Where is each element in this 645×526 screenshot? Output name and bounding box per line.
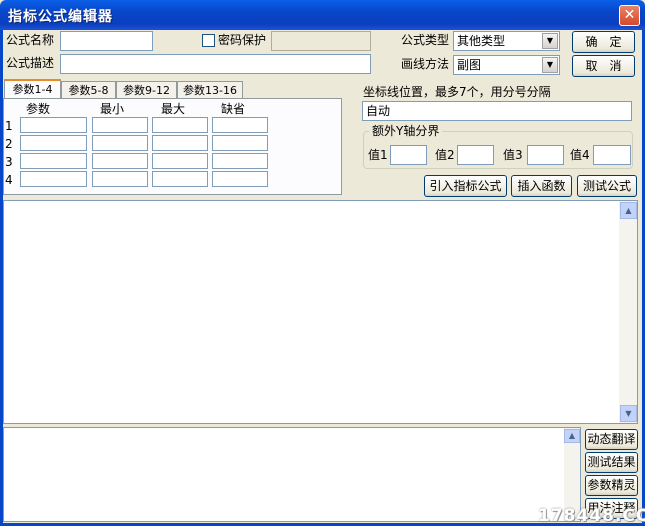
cancel-button[interactable]: 取 消 — [572, 55, 635, 77]
password-label: 密码保护 — [218, 33, 267, 47]
axis-position-label: 坐标线位置，最多7个，用分号分隔 — [363, 85, 551, 99]
tab-params-13-16[interactable]: 参数13-16 — [177, 81, 243, 99]
formula-desc-input[interactable] — [60, 54, 371, 74]
close-button[interactable]: ✕ — [619, 5, 640, 26]
param-row-number: 4 — [5, 173, 13, 187]
value1-label: 值1 — [368, 148, 388, 162]
param-row-number: 1 — [5, 119, 13, 133]
password-checkbox[interactable] — [202, 34, 215, 47]
param-4-min-input[interactable] — [92, 171, 148, 187]
param-col-default: 缺省 — [221, 102, 246, 116]
watermark-text: 178448.COM — [538, 506, 645, 526]
value1-input[interactable] — [390, 145, 427, 165]
param-col-min: 最小 — [100, 102, 125, 116]
param-4-name-input[interactable] — [20, 171, 87, 187]
axis-position-input[interactable]: 自动 — [362, 101, 632, 121]
value2-label: 值2 — [435, 148, 455, 162]
param-tabs: 参数1-4 参数5-8 参数9-12 参数13-16 — [4, 79, 344, 99]
param-3-min-input[interactable] — [92, 153, 148, 169]
param-3-default-input[interactable] — [212, 153, 268, 169]
test-result-button[interactable]: 测试结果 — [585, 452, 638, 473]
formula-desc-label: 公式描述 — [6, 56, 55, 70]
scroll-up-icon[interactable]: ▲ — [564, 429, 580, 443]
ok-button[interactable]: 确 定 — [572, 31, 635, 53]
param-wizard-button[interactable]: 参数精灵 — [585, 475, 638, 496]
formula-type-value: 其他类型 — [457, 34, 506, 48]
window-title: 指标公式编辑器 — [8, 9, 113, 25]
tab-params-5-8[interactable]: 参数5-8 — [61, 81, 116, 99]
param-row-number: 3 — [5, 155, 13, 169]
formula-name-label: 公式名称 — [6, 33, 55, 47]
draw-method-select[interactable]: 副图 ▼ — [453, 55, 560, 75]
chevron-down-icon[interactable]: ▼ — [542, 57, 558, 73]
param-1-default-input[interactable] — [212, 117, 268, 133]
param-3-max-input[interactable] — [152, 153, 208, 169]
output-area[interactable] — [3, 427, 581, 522]
value2-input[interactable] — [457, 145, 494, 165]
import-formula-button[interactable]: 引入指标公式 — [424, 175, 507, 197]
param-2-min-input[interactable] — [92, 135, 148, 151]
param-col-max: 最大 — [161, 102, 186, 116]
scroll-down-icon[interactable]: ▼ — [620, 405, 637, 422]
formula-type-select[interactable]: 其他类型 ▼ — [453, 31, 560, 51]
value3-input[interactable] — [527, 145, 564, 165]
password-input[interactable] — [271, 31, 371, 51]
param-1-name-input[interactable] — [20, 117, 87, 133]
param-2-name-input[interactable] — [20, 135, 87, 151]
dynamic-translate-button[interactable]: 动态翻译 — [585, 429, 638, 450]
formula-type-label: 公式类型 — [401, 33, 450, 47]
param-2-max-input[interactable] — [152, 135, 208, 151]
param-row-number: 2 — [5, 137, 13, 151]
param-4-default-input[interactable] — [212, 171, 268, 187]
value3-label: 值3 — [503, 148, 523, 162]
tab-params-9-12[interactable]: 参数9-12 — [116, 81, 177, 99]
param-col-name: 参数 — [26, 102, 51, 116]
value4-label: 值4 — [570, 148, 590, 162]
chevron-down-icon[interactable]: ▼ — [542, 33, 558, 49]
insert-function-button[interactable]: 插入函数 — [511, 175, 572, 197]
draw-method-label: 画线方法 — [401, 57, 450, 71]
param-3-name-input[interactable] — [20, 153, 87, 169]
formula-editor[interactable] — [3, 200, 638, 424]
param-2-default-input[interactable] — [212, 135, 268, 151]
editor-scrollbar[interactable] — [619, 201, 637, 423]
formula-name-input[interactable] — [60, 31, 153, 51]
param-1-max-input[interactable] — [152, 117, 208, 133]
tab-params-1-4[interactable]: 参数1-4 — [4, 79, 61, 99]
draw-method-value: 副图 — [457, 58, 482, 72]
value4-input[interactable] — [593, 145, 631, 165]
test-formula-button[interactable]: 测试公式 — [577, 175, 637, 197]
scroll-up-icon[interactable]: ▲ — [620, 202, 637, 219]
extra-y-axis-title: 额外Y轴分界 — [369, 124, 443, 138]
param-4-max-input[interactable] — [152, 171, 208, 187]
param-1-min-input[interactable] — [92, 117, 148, 133]
